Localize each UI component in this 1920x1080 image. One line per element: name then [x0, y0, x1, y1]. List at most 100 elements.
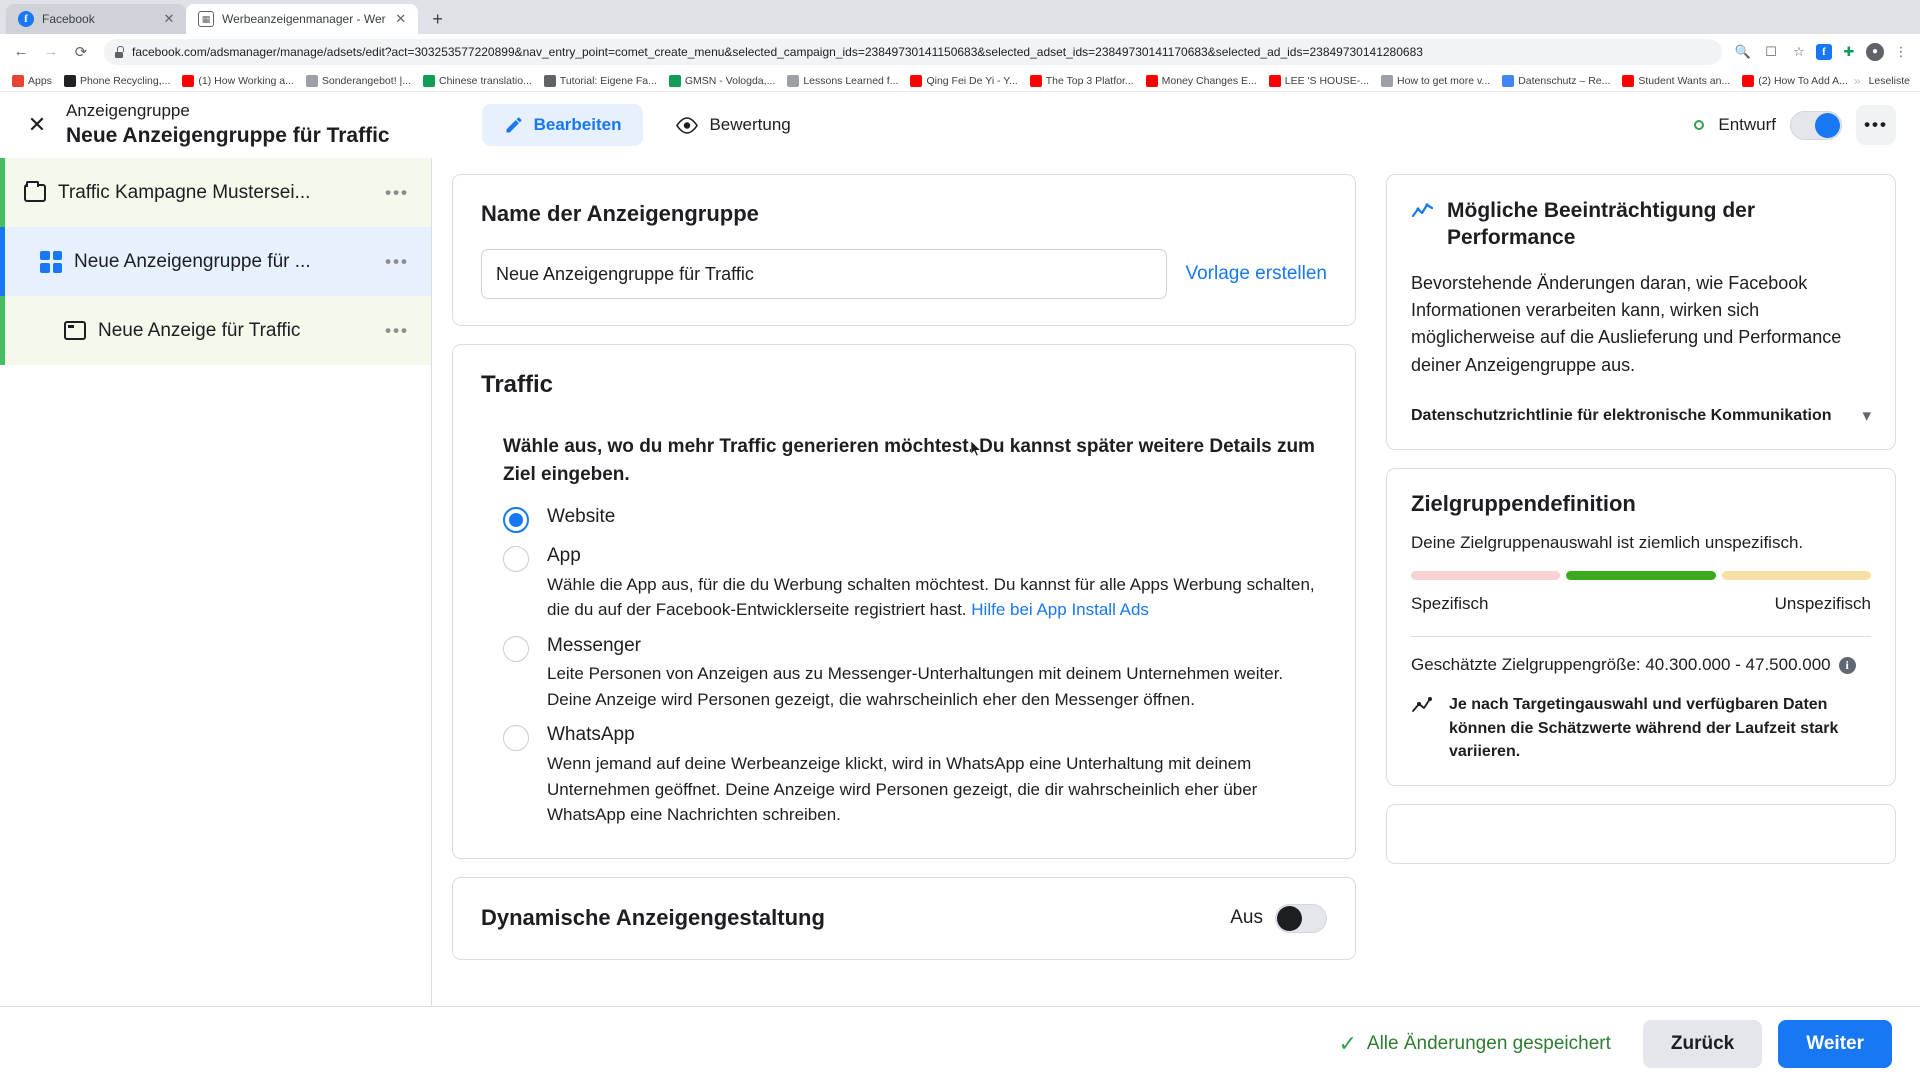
sidebar-item-adset[interactable]: Neue Anzeigengruppe für ... ••• [0, 227, 431, 296]
status-toggle[interactable] [1790, 110, 1842, 140]
reload-icon[interactable]: ⟳ [68, 39, 94, 65]
bookmark-item[interactable]: Datenschutz – Re... [1496, 74, 1616, 88]
level-bar [0, 227, 5, 296]
reading-list-button[interactable]: Leseliste [1869, 75, 1910, 87]
bookmark-item[interactable]: The Top 3 Platfor... [1024, 74, 1140, 88]
traffic-option-messenger[interactable]: Messenger Leite Personen von Anzeigen au… [503, 633, 1327, 713]
folder-icon [24, 180, 54, 202]
sidebar-item-menu-button[interactable]: ••• [379, 248, 415, 276]
bookmark-favicon-icon [787, 74, 800, 87]
adset-name-input[interactable] [481, 249, 1168, 299]
card-title: Mögliche Beeinträchtigung der Performanc… [1447, 199, 1756, 250]
bookmark-item[interactable]: Apps [6, 74, 58, 88]
bookmark-item[interactable]: LEE 'S HOUSE-... [1263, 74, 1375, 88]
facebook-extension-icon[interactable]: f [1816, 43, 1832, 60]
puzzle-extension-icon[interactable]: ✚ [1838, 41, 1860, 63]
app-install-help-link[interactable]: Hilfe bei App Install Ads [971, 600, 1149, 619]
traffic-option-app[interactable]: App Wähle die App aus, für die du Werbun… [503, 543, 1327, 623]
option-description: Wenn jemand auf deine Werbeanzeige klick… [547, 754, 1258, 825]
tab-bearbeiten[interactable]: Bearbeiten [481, 104, 644, 146]
performance-impact-card: Mögliche Beeinträchtigung der Performanc… [1386, 174, 1896, 451]
tab-label: Bearbeiten [533, 115, 622, 134]
forward-icon[interactable]: → [38, 39, 64, 65]
bookmark-favicon-icon [63, 74, 76, 87]
sidebar-item-campaign[interactable]: Traffic Kampagne Mustersei... ••• [0, 158, 431, 227]
bookmark-favicon-icon [182, 74, 195, 87]
sidebar-item-menu-button[interactable]: ••• [379, 179, 415, 207]
bookmark-item[interactable]: (2) How To Add A... [1736, 74, 1854, 88]
bookmark-favicon-icon [305, 74, 318, 87]
dynamic-creative-toggle[interactable] [1275, 903, 1327, 933]
option-label: App [547, 545, 581, 567]
bookmark-item[interactable]: (1) How Working a... [176, 74, 299, 88]
bookmark-item[interactable]: Student Wants an... [1616, 74, 1736, 88]
translate-icon[interactable]: ☐ [1760, 41, 1782, 63]
back-button[interactable]: Zurück [1642, 1019, 1763, 1068]
radio-app[interactable] [503, 546, 529, 573]
sidebar-item-label: Neue Anzeige für Traffic [98, 319, 301, 341]
create-template-link[interactable]: Vorlage erstellen [1185, 263, 1327, 285]
sidebar-item-label: Traffic Kampagne Mustersei... [58, 181, 311, 203]
bookmark-label: GMSN - Vologda,... [684, 74, 776, 87]
privacy-policy-disclosure[interactable]: Datenschutzrichtlinie für elektronische … [1411, 405, 1871, 427]
traffic-option-website[interactable]: Website [503, 504, 1327, 534]
avatar[interactable]: ● [1866, 42, 1884, 61]
footer-action-bar: ✓ Alle Änderungen gespeichert Zurück Wei… [0, 1006, 1920, 1080]
browser-tab-ads-manager[interactable]: ▦ Werbeanzeigenmanager - Wer ✕ [186, 4, 418, 34]
close-icon[interactable]: ✕ [394, 11, 408, 27]
close-icon[interactable]: ✕ [20, 108, 54, 142]
scale-label-left: Spezifisch [1411, 594, 1489, 614]
sidebar-item-label: Neue Anzeigengruppe für ... [74, 250, 311, 272]
bookmark-item[interactable]: Money Changes E... [1140, 74, 1263, 88]
overflow-icon[interactable]: » [1854, 74, 1861, 88]
bookmark-label: Qing Fei De Yi - Y... [926, 74, 1018, 87]
tab-bewertung[interactable]: Bewertung [653, 104, 812, 146]
meter-scale-labels: Spezifisch Unspezifisch [1411, 594, 1871, 614]
check-icon: ✓ [1338, 1030, 1357, 1056]
option-body: WhatsApp Wenn jemand auf deine Werbeanze… [547, 722, 1327, 827]
radio-messenger[interactable] [503, 635, 529, 662]
bookmark-item[interactable]: How to get more v... [1375, 74, 1496, 88]
close-icon[interactable]: ✕ [162, 11, 176, 27]
section-title: Name der Anzeigengruppe [481, 201, 759, 226]
campaign-tree-sidebar: Traffic Kampagne Mustersei... ••• Neue A… [0, 158, 432, 1080]
ads-manager-app: ✕ Anzeigengruppe Neue Anzeigengruppe für… [0, 92, 1920, 1080]
tab-title: Facebook [42, 12, 95, 26]
toolbar-icons: 🔍 ☐ ☆ f ✚ ● ⋮ [1732, 41, 1912, 63]
bookmark-star-icon[interactable]: ☆ [1788, 41, 1810, 63]
tab-label: Bewertung [709, 115, 791, 134]
pencil-icon [506, 117, 522, 133]
bookmark-label: Phone Recycling,... [79, 74, 171, 87]
radio-website[interactable] [503, 507, 529, 534]
bookmark-item[interactable]: Sonderangebot! |... [300, 74, 417, 88]
bookmark-favicon-icon [668, 74, 681, 87]
radio-whatsapp[interactable] [503, 725, 529, 752]
next-button[interactable]: Weiter [1778, 1019, 1892, 1068]
option-body: Messenger Leite Personen von Anzeigen au… [547, 633, 1327, 713]
browser-tab-facebook[interactable]: f Facebook ✕ [6, 4, 186, 34]
info-icon[interactable]: i [1838, 656, 1856, 674]
zoom-icon[interactable]: 🔍 [1732, 41, 1754, 63]
sidebar-item-menu-button[interactable]: ••• [379, 317, 415, 345]
bookmark-item[interactable]: Qing Fei De Yi - Y... [904, 74, 1023, 88]
bookmark-item[interactable]: Lessons Learned f... [781, 74, 904, 88]
more-options-button[interactable]: ••• [1856, 105, 1896, 145]
header-tabs: Bearbeiten Bewertung [481, 104, 813, 146]
chrome-menu-icon[interactable]: ⋮ [1890, 41, 1912, 63]
trend-chart-icon [1412, 697, 1432, 713]
sidebar-item-ad[interactable]: Neue Anzeige für Traffic ••• [0, 296, 431, 365]
traffic-option-whatsapp[interactable]: WhatsApp Wenn jemand auf deine Werbeanze… [503, 722, 1327, 827]
option-label: Messenger [547, 634, 641, 656]
tab-title: Werbeanzeigenmanager - Wer [222, 12, 386, 26]
option-body: App Wähle die App aus, für die du Werbun… [547, 543, 1327, 623]
bookmark-item[interactable]: GMSN - Vologda,... [663, 74, 781, 88]
back-icon[interactable]: ← [8, 39, 34, 65]
bookmark-item[interactable]: Phone Recycling,... [58, 74, 176, 88]
bookmark-item[interactable]: Chinese translatio... [417, 74, 538, 88]
new-tab-button[interactable]: + [424, 5, 452, 33]
bookmark-item[interactable]: Tutorial: Eigene Fa... [538, 74, 663, 88]
address-bar[interactable]: facebook.com/adsmanager/manage/adsets/ed… [104, 38, 1722, 65]
ads-manager-icon: ▦ [198, 11, 214, 27]
additional-panel-placeholder [1386, 803, 1896, 864]
header-actions: Entwurf ••• [1694, 105, 1896, 145]
